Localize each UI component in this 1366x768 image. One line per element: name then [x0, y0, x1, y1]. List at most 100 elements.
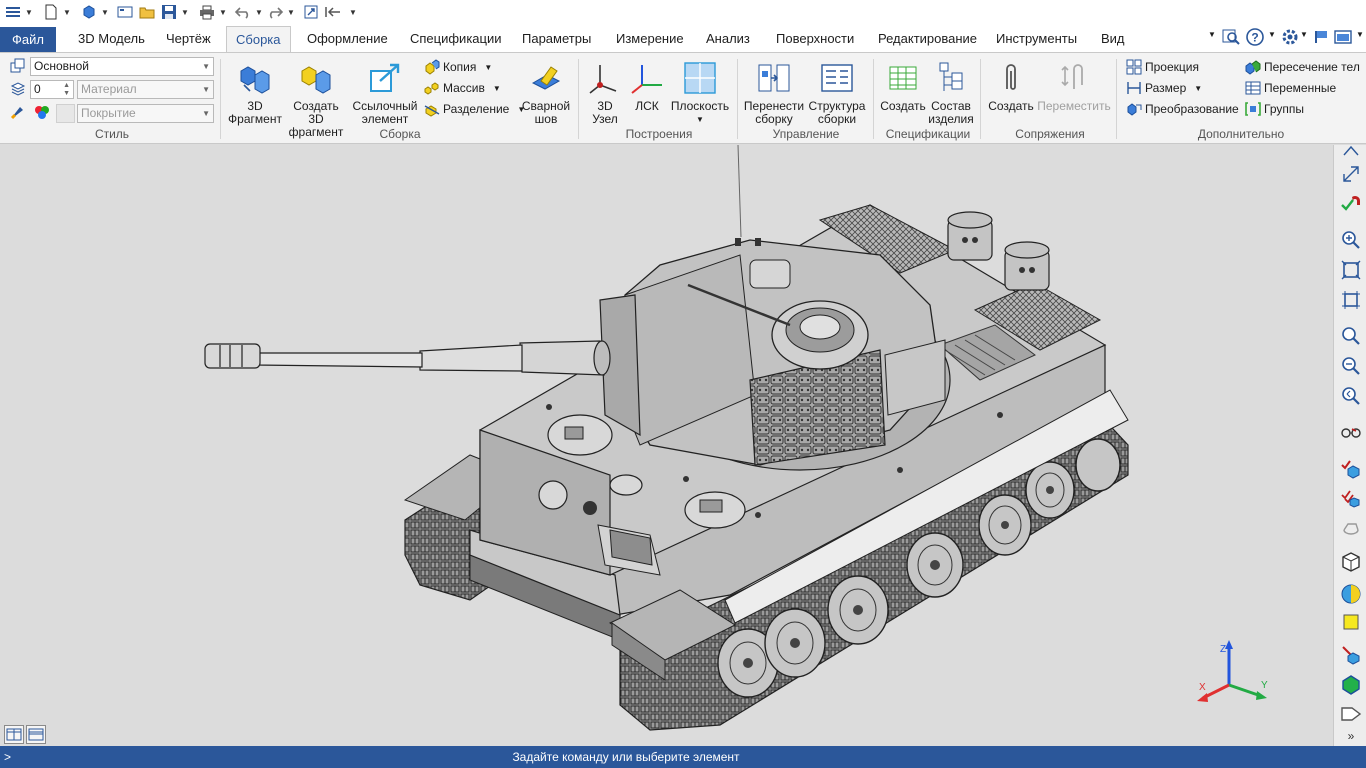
help-icon[interactable]: ? — [1246, 28, 1264, 49]
stepper-arrows-icon[interactable]: ▲ ▼ — [63, 82, 70, 98]
projection-button[interactable]: Проекция — [1126, 57, 1199, 77]
tab-drawing[interactable]: Чертёж — [164, 26, 213, 52]
customize-icon[interactable]: ▼ — [348, 8, 358, 17]
glasses-icon[interactable] — [1338, 419, 1364, 445]
chevron-down-icon[interactable]: ▼ — [1300, 30, 1308, 39]
fit-icon[interactable] — [1338, 145, 1364, 157]
zoom-out-icon[interactable] — [1338, 353, 1364, 379]
group-label-style: Стиль — [94, 127, 130, 141]
more-icon[interactable]: » — [1338, 727, 1364, 745]
tab-assembly[interactable]: Сборка — [226, 26, 291, 53]
pin-ribbon-icon[interactable] — [1313, 29, 1329, 48]
tab-design[interactable]: Оформление — [305, 26, 390, 52]
rebuild-icon[interactable] — [300, 1, 322, 23]
check-multi-icon[interactable] — [1338, 485, 1364, 511]
zoom-frame-icon[interactable] — [1338, 257, 1364, 283]
tab-specifications[interactable]: Спецификации — [408, 26, 504, 52]
tab-3d-model[interactable]: 3D Модель — [76, 26, 147, 52]
tab-tools[interactable]: Инструменты — [994, 26, 1079, 52]
array-button[interactable]: Массив ▼ — [424, 78, 501, 98]
layer-stepper[interactable]: 0 ▲ ▼ — [30, 80, 74, 99]
drawing-view-icon[interactable] — [1338, 701, 1364, 727]
copy-button[interactable]: Копия ▼ — [424, 57, 492, 77]
zoom-previous-icon[interactable] — [1338, 383, 1364, 409]
tab-measure[interactable]: Измерение — [614, 26, 686, 52]
cube-icon[interactable] — [1338, 549, 1364, 575]
ribbon-options-dropdown[interactable]: ▼ — [1208, 30, 1216, 39]
open-icon[interactable] — [136, 1, 158, 23]
plane-button[interactable]: Плоскость ▼ — [668, 57, 732, 126]
node-3d-button[interactable]: 3D Узел — [584, 57, 626, 126]
cut-icon[interactable] — [1338, 641, 1364, 667]
coating-select[interactable]: Покрытие ▼ — [77, 104, 214, 123]
new-document-icon[interactable] — [40, 1, 62, 23]
create-spec-button[interactable]: Создать — [878, 57, 928, 113]
tab-file[interactable]: Файл — [0, 27, 56, 52]
zoom-all-icon[interactable] — [1338, 287, 1364, 313]
tab-analysis[interactable]: Анализ — [704, 26, 752, 52]
search-icon[interactable] — [1222, 28, 1240, 49]
create-mate-button[interactable]: Создать — [985, 57, 1037, 113]
style-select[interactable]: Основной ▼ — [30, 57, 214, 76]
move-mate-button[interactable]: Переместить — [1037, 57, 1111, 113]
spec-table-icon — [878, 57, 928, 95]
reference-element-button[interactable]: Ссылочный элемент — [350, 57, 420, 126]
chevron-down-icon[interactable]: ▼ — [62, 8, 72, 17]
split-button[interactable]: Разделение ▼ — [424, 99, 525, 119]
variables-button[interactable]: Переменные — [1245, 78, 1336, 98]
magnet-check-icon[interactable] — [1338, 191, 1364, 217]
new-part-icon[interactable] — [78, 1, 100, 23]
tab-surfaces[interactable]: Поверхности — [774, 26, 856, 52]
product-composition-button[interactable]: Состав изделия — [928, 57, 974, 126]
move-mate-label: Переместить — [1037, 99, 1111, 113]
material-select[interactable]: Материал ▼ — [77, 80, 214, 99]
zoom-in-icon[interactable] — [1338, 227, 1364, 253]
rotate-icon[interactable] — [1338, 517, 1364, 543]
color-swatch[interactable] — [56, 104, 75, 123]
transform-button[interactable]: Преобразование — [1126, 99, 1239, 119]
ribbon: Основной ▼ 0 ▲ ▼ Материал ▼ Покрытие ▼ Стиль … — [0, 52, 1366, 144]
chevron-down-icon[interactable]: ▼ — [1356, 30, 1364, 39]
color-icon[interactable] — [33, 104, 51, 123]
3d-viewport[interactable]: Z Y X — [0, 145, 1333, 746]
zoom-scale-icon[interactable] — [1338, 323, 1364, 349]
transform-label: Преобразование — [1145, 102, 1239, 116]
new-drawing-icon[interactable] — [114, 1, 136, 23]
menu-icon[interactable] — [2, 1, 24, 23]
transfer-assembly-button[interactable]: Перенести сборку — [742, 57, 806, 126]
print-icon[interactable] — [196, 1, 218, 23]
split-view-vertical-icon[interactable] — [4, 725, 24, 744]
section-icon[interactable] — [1338, 581, 1364, 607]
undo-icon[interactable] — [232, 1, 254, 23]
weld-button[interactable]: Сварной шов — [518, 57, 574, 126]
dimension-icon[interactable] — [1338, 161, 1364, 187]
gear-icon[interactable] — [1281, 28, 1299, 49]
green-face-icon[interactable] — [1338, 671, 1364, 697]
groups-button[interactable]: Группы — [1245, 99, 1304, 119]
create-fragment-button[interactable]: Создать 3D фрагмент — [284, 57, 348, 139]
size-button[interactable]: Размер ▼ — [1126, 78, 1202, 98]
fragment-3d-button[interactable]: 3D Фрагмент — [226, 57, 284, 126]
chevron-down-icon[interactable]: ▼ — [100, 8, 110, 17]
chevron-down-icon[interactable]: ▼ — [218, 8, 228, 17]
tab-editing[interactable]: Редактирование — [876, 26, 979, 52]
chevron-down-icon[interactable]: ▼ — [24, 8, 34, 17]
body-intersection-button[interactable]: Пересечение тел — [1245, 57, 1360, 77]
window-layout-icon[interactable] — [1334, 29, 1352, 48]
save-icon[interactable] — [158, 1, 180, 23]
redo-icon[interactable] — [264, 1, 286, 23]
properties-icon[interactable] — [322, 1, 344, 23]
chevron-down-icon[interactable]: ▼ — [180, 8, 190, 17]
lcs-button[interactable]: ЛСК — [628, 57, 666, 113]
chevron-down-icon[interactable]: ▼ — [1268, 30, 1276, 39]
check-body-icon[interactable] — [1338, 455, 1364, 481]
assembly-structure-button[interactable]: Структура сборки — [806, 57, 868, 126]
paint-icon[interactable] — [10, 104, 26, 123]
chevron-down-icon[interactable]: ▼ — [286, 8, 296, 17]
tab-view[interactable]: Вид — [1099, 26, 1127, 52]
split-view-horizontal-icon[interactable] — [26, 725, 46, 744]
tab-parameters[interactable]: Параметры — [520, 26, 593, 52]
chevron-down-icon[interactable]: ▼ — [254, 8, 264, 17]
yellow-face-icon[interactable] — [1338, 609, 1364, 635]
tank-model-render[interactable] — [0, 145, 1333, 746]
